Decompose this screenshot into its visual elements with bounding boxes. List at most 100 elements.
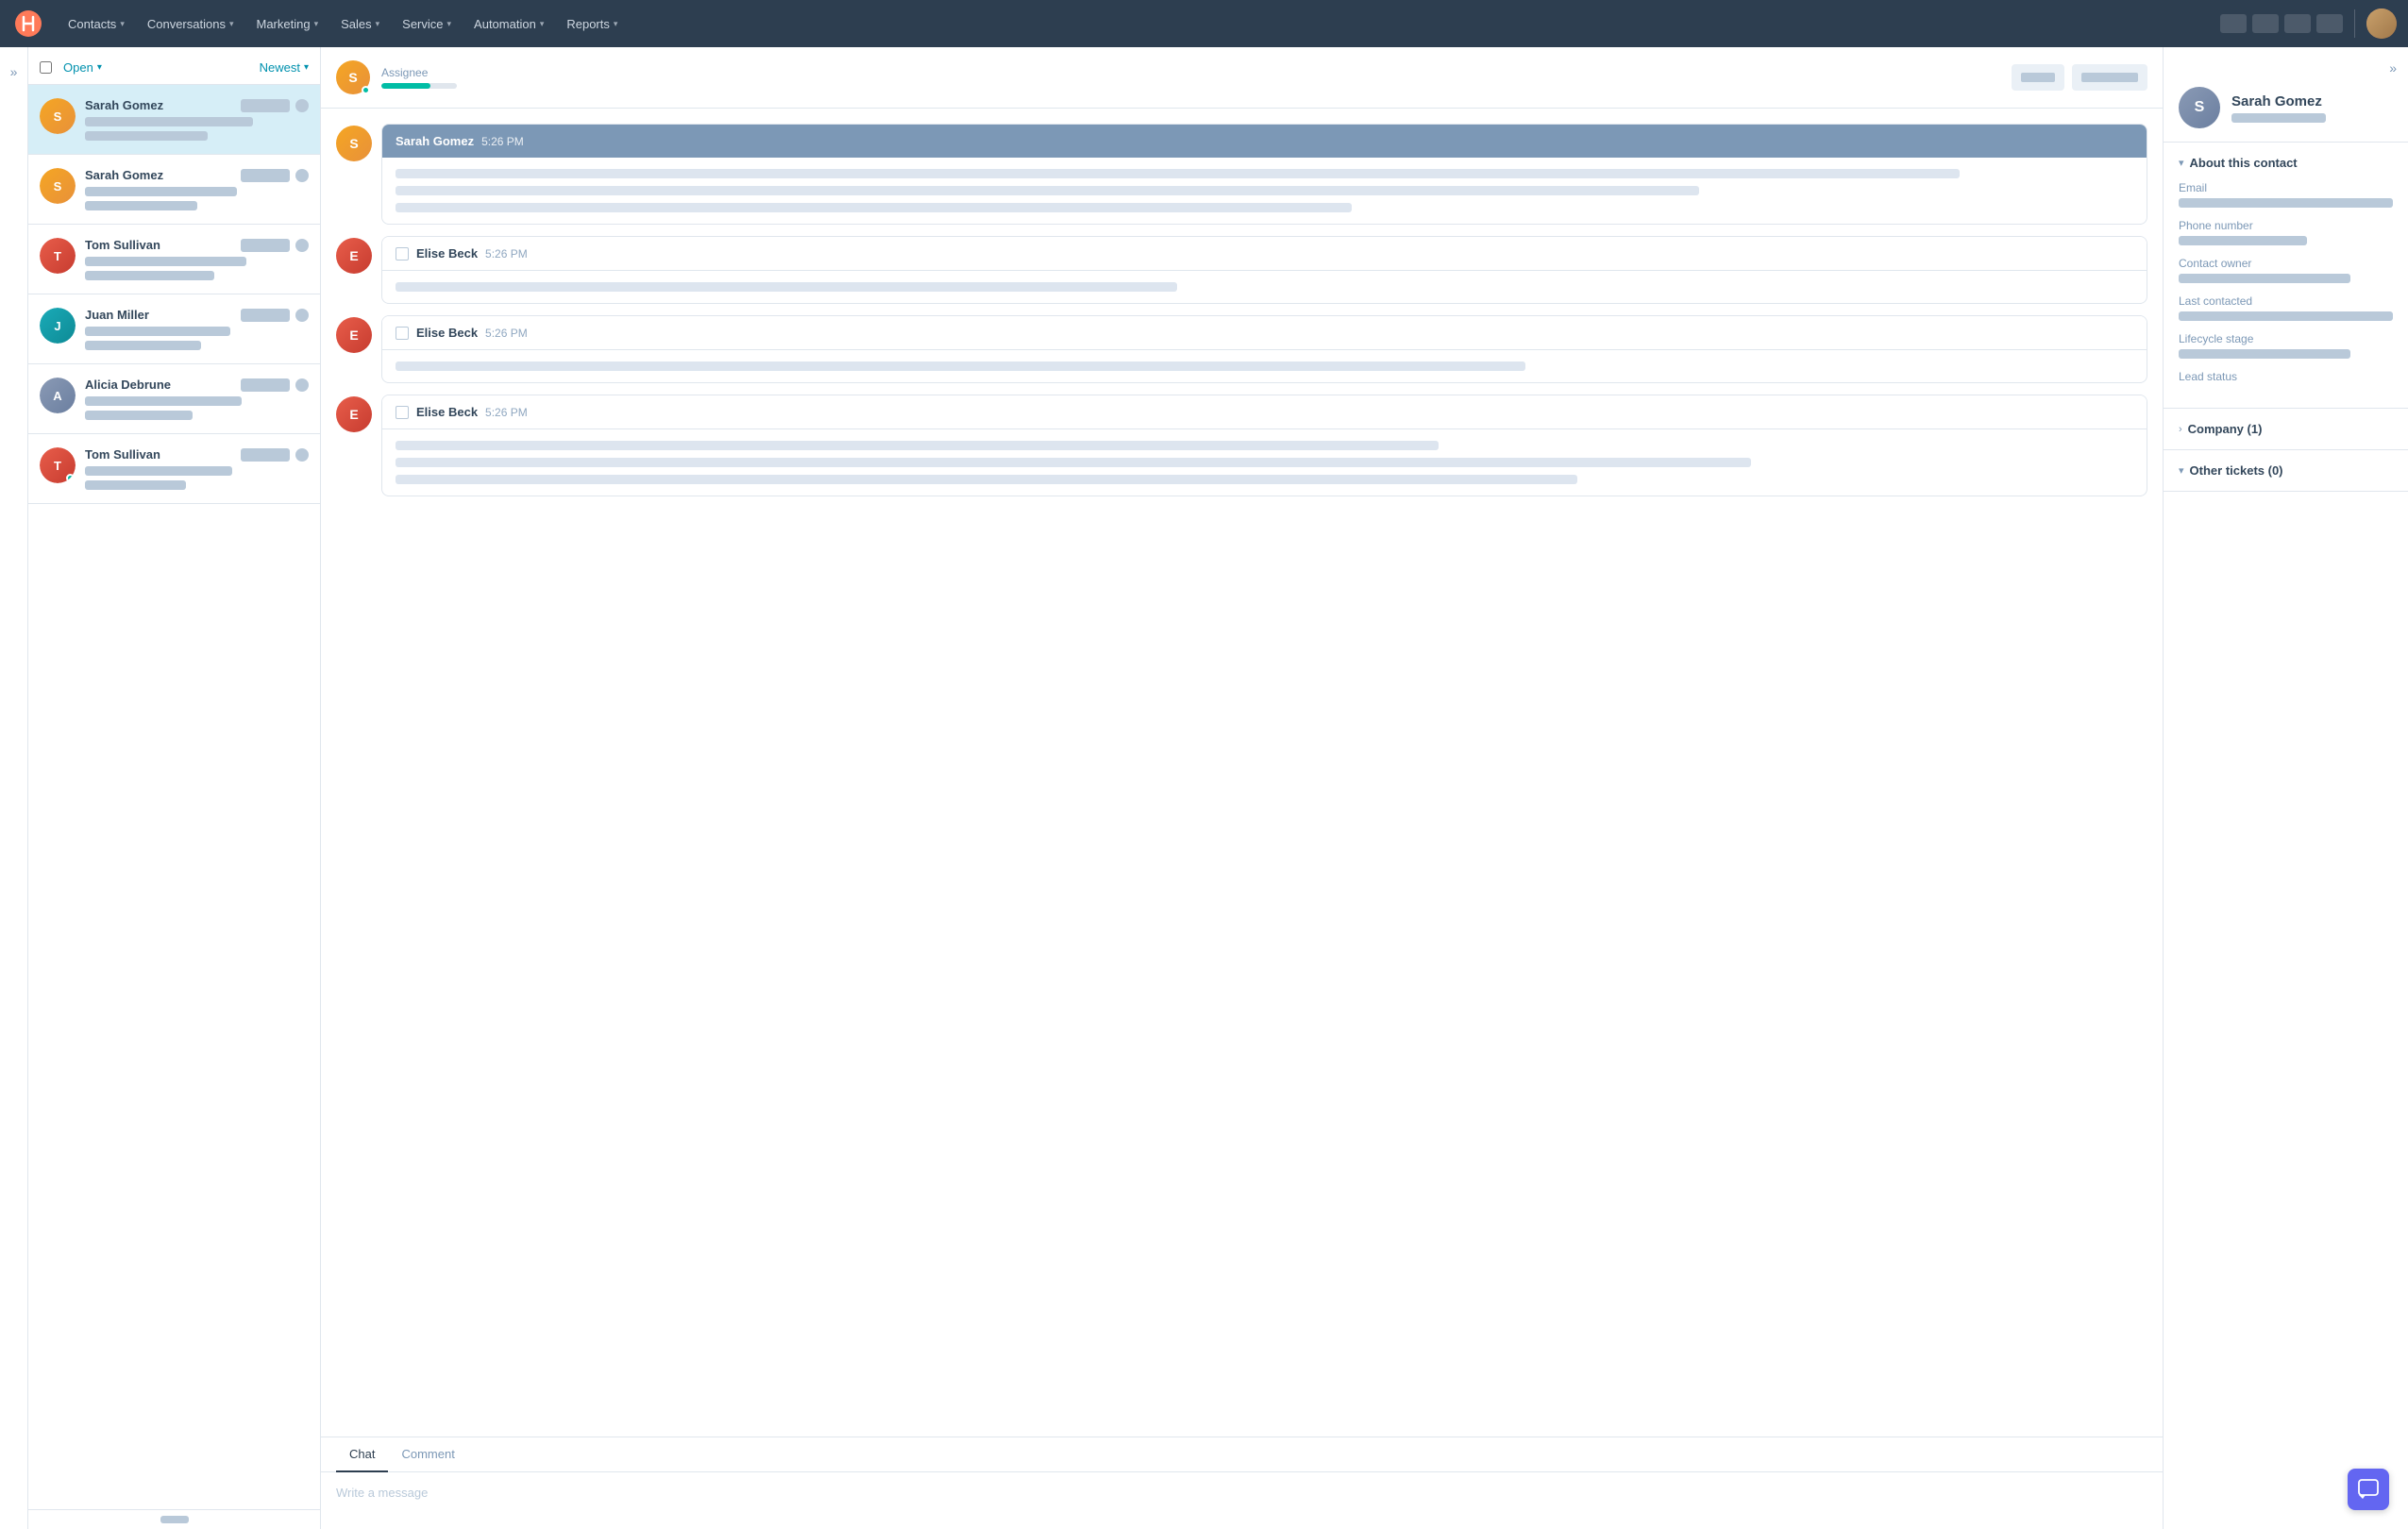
conv-preview-sub-5: [85, 480, 186, 490]
chat-message-input[interactable]: Write a message: [321, 1472, 2163, 1529]
conv-item-4[interactable]: A Alicia Debrune: [28, 364, 320, 434]
chat-action-btn-2[interactable]: [2072, 64, 2147, 91]
nav-contacts[interactable]: Contacts ▾: [59, 11, 134, 37]
msg-line-3-1: [396, 458, 1751, 467]
nav-automation[interactable]: Automation ▾: [464, 11, 553, 37]
collapse-icon: »: [10, 64, 18, 79]
about-section-title-row[interactable]: ▾ About this contact: [2179, 156, 2393, 170]
conv-avatar-img-1: S: [40, 168, 76, 204]
contact-info: Sarah Gomez: [2231, 93, 2326, 123]
field-owner: Contact owner: [2179, 257, 2393, 283]
msg-sender-2: Elise Beck: [416, 326, 478, 340]
msg-avatar-1: E: [336, 238, 372, 274]
msg-checkbox-3[interactable]: [396, 406, 409, 419]
conv-preview-sub-4: [85, 411, 193, 420]
conv-avatar-img-2: T: [40, 238, 76, 274]
hubspot-logo[interactable]: [11, 7, 45, 41]
float-chat-button[interactable]: [2348, 1469, 2389, 1510]
conv-preview-sub-0: [85, 131, 208, 141]
msg-checkbox-2[interactable]: [396, 327, 409, 340]
conv-name-1: Sarah Gomez: [85, 168, 163, 182]
msg-line-3-0: [396, 441, 1439, 450]
contact-name-sub: [2231, 113, 2326, 123]
field-last-contacted-value: [2179, 311, 2393, 321]
tab-chat[interactable]: Chat: [336, 1437, 388, 1472]
nav-marketing[interactable]: Marketing ▾: [246, 11, 328, 37]
field-email-value: [2179, 198, 2393, 208]
conv-item-2[interactable]: T Tom Sullivan: [28, 225, 320, 294]
conv-dot-0: [295, 99, 309, 112]
filter-open-btn[interactable]: Open ▾: [63, 60, 102, 75]
msg-time-2: 5:26 PM: [485, 327, 528, 340]
nav-service[interactable]: Service ▾: [393, 11, 461, 37]
contact-header: S Sarah Gomez: [2164, 76, 2408, 143]
conv-preview-5: [85, 466, 232, 476]
msg-line-0-2: [396, 203, 1352, 212]
nav-action-btn-2[interactable]: [2252, 14, 2279, 33]
conv-preview-sub-2: [85, 271, 214, 280]
conv-avatar-4: A: [40, 378, 76, 413]
marketing-chevron-icon: ▾: [314, 19, 319, 29]
tickets-section[interactable]: ▾ Other tickets (0): [2164, 450, 2408, 492]
sidebar-toggle[interactable]: »: [0, 47, 28, 1529]
chat-tabs: Chat Comment: [321, 1437, 2163, 1472]
right-panel: » S Sarah Gomez ▾ About this contact Ema…: [2163, 47, 2408, 1529]
conv-time-3: [241, 309, 290, 322]
assignee-online-dot: [362, 86, 370, 94]
chat-action-label-2: [2081, 73, 2138, 82]
nav-action-btn-1[interactable]: [2220, 14, 2247, 33]
company-section[interactable]: › Company (1): [2164, 409, 2408, 450]
conv-preview-3: [85, 327, 230, 336]
nav-reports[interactable]: Reports ▾: [557, 11, 627, 37]
filter-newest-btn[interactable]: Newest ▾: [260, 60, 309, 75]
field-lifecycle: Lifecycle stage: [2179, 332, 2393, 359]
msg-time-0: 5:26 PM: [481, 135, 524, 148]
msg-body-1: [382, 271, 2147, 303]
main-layout: » Open ▾ Newest ▾ S: [0, 47, 2408, 1529]
chat-input-area: Chat Comment Write a message: [321, 1437, 2163, 1529]
msg-line-2-0: [396, 361, 1525, 371]
select-all-checkbox[interactable]: [40, 61, 52, 74]
nav-action-btn-4[interactable]: [2316, 14, 2343, 33]
conv-item-3[interactable]: J Juan Miller: [28, 294, 320, 364]
user-avatar[interactable]: [2366, 8, 2397, 39]
conv-dot-4: [295, 378, 309, 392]
conv-item-0[interactable]: S Sarah Gomez: [28, 85, 320, 155]
tab-comment[interactable]: Comment: [388, 1437, 467, 1472]
top-nav-actions: [2220, 8, 2397, 39]
conv-item-5[interactable]: T Tom Sullivan: [28, 434, 320, 504]
field-lifecycle-value: [2179, 349, 2350, 359]
msg-line-1-0: [396, 282, 1177, 292]
msg-time-3: 5:26 PM: [485, 406, 528, 419]
assignee-label: Assignee: [381, 66, 2012, 79]
right-panel-collapse-icon[interactable]: »: [2389, 60, 2397, 76]
sales-chevron-icon: ▾: [376, 19, 380, 29]
contacts-chevron-icon: ▾: [120, 19, 125, 29]
conv-dot-2: [295, 239, 309, 252]
nav-conversations[interactable]: Conversations ▾: [138, 11, 244, 37]
conv-item-1[interactable]: S Sarah Gomez: [28, 155, 320, 225]
field-phone-label: Phone number: [2179, 219, 2393, 232]
conv-avatar-5: T: [40, 447, 76, 483]
online-indicator-5: [66, 474, 75, 482]
msg-line-0-0: [396, 169, 1960, 178]
msg-header-2: Elise Beck 5:26 PM: [382, 316, 2147, 350]
conv-list-header: Open ▾ Newest ▾: [28, 47, 320, 85]
msg-checkbox-1[interactable]: [396, 247, 409, 260]
conv-list-items: S Sarah Gomez: [28, 85, 320, 1509]
nav-sales[interactable]: Sales ▾: [331, 11, 389, 37]
company-section-title: Company (1): [2188, 422, 2263, 436]
filter-newest-chevron: ▾: [304, 62, 309, 73]
contact-avatar: S: [2179, 87, 2220, 128]
field-phone-value: [2179, 236, 2307, 245]
about-chevron-icon: ▾: [2179, 157, 2184, 169]
conv-info-4: Alicia Debrune: [85, 378, 309, 420]
chat-assignee-info: Assignee: [381, 66, 2012, 89]
field-email: Email: [2179, 181, 2393, 208]
nav-action-btn-3[interactable]: [2284, 14, 2311, 33]
chat-action-btn-1[interactable]: [2012, 64, 2064, 91]
chat-messages: S Sarah Gomez 5:26 PM E: [321, 109, 2163, 1437]
conv-dot-5: [295, 448, 309, 462]
conv-avatar-img-0: S: [40, 98, 76, 134]
conv-preview-sub-3: [85, 341, 201, 350]
